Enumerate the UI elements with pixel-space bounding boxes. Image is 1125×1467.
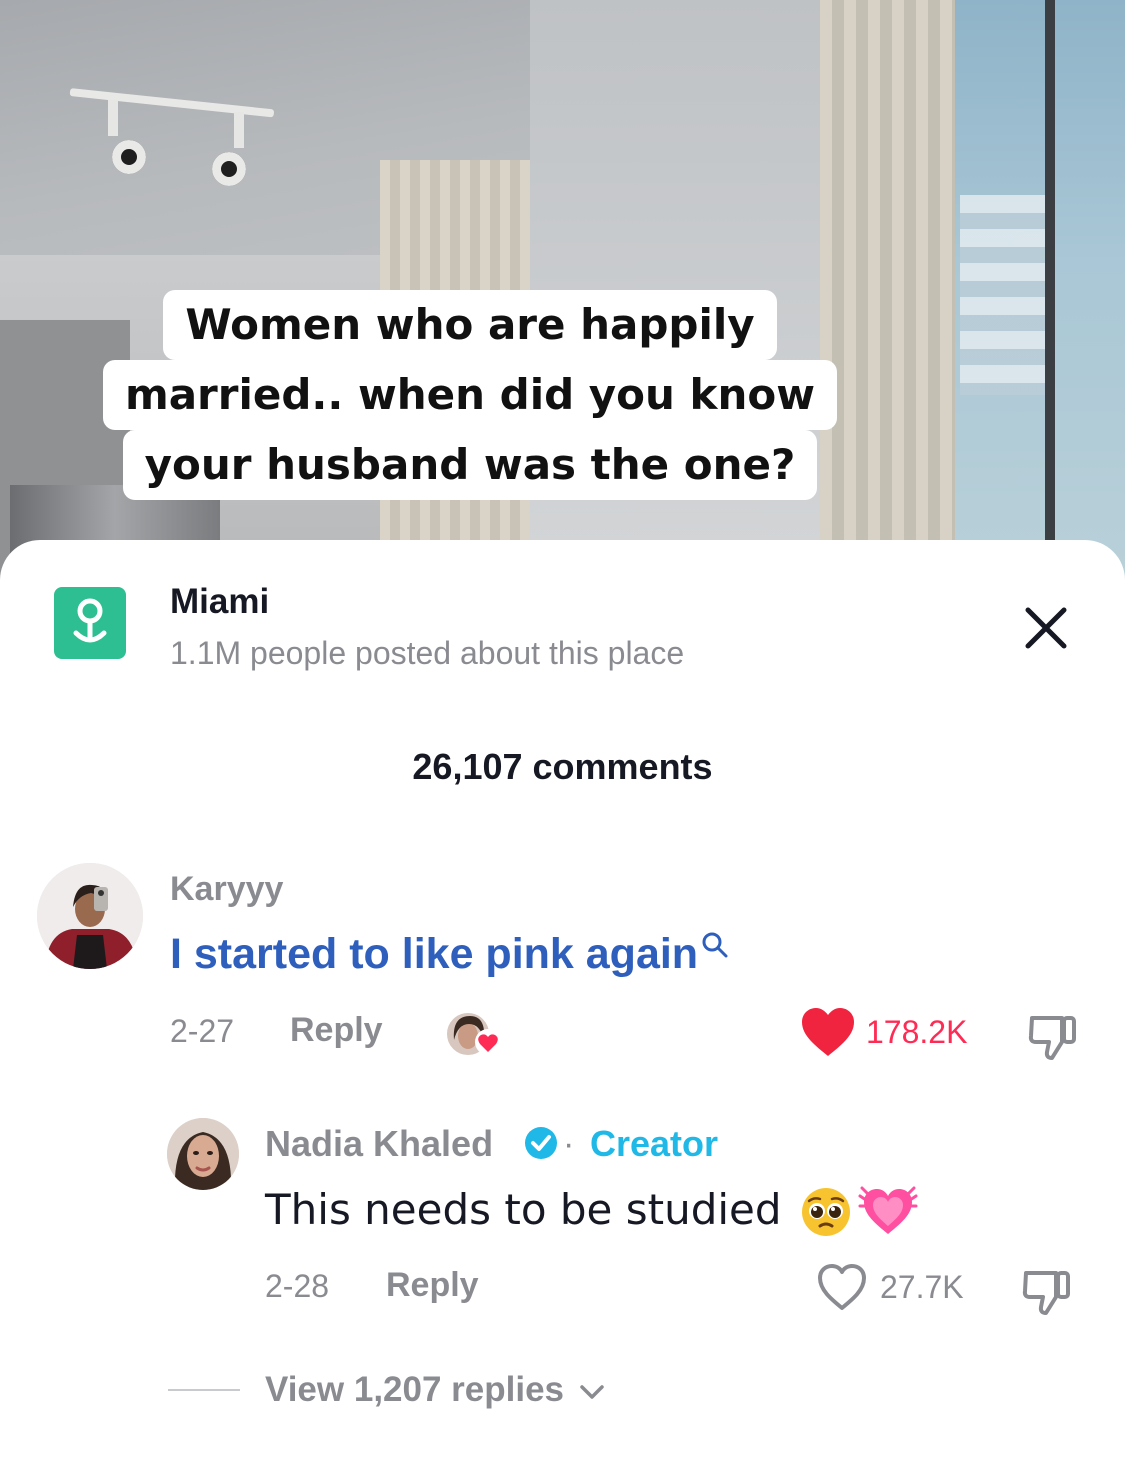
- reply-text[interactable]: This needs to be studied: [265, 1185, 782, 1234]
- spotlight: [212, 152, 246, 186]
- avatar[interactable]: [167, 1118, 239, 1190]
- reply-button[interactable]: Reply: [386, 1266, 479, 1305]
- caption-line: married.. when did you know: [102, 360, 838, 430]
- window-frame: [1045, 0, 1055, 580]
- caption-line: your husband was the one?: [122, 430, 818, 500]
- separator-dot: ·: [563, 1125, 575, 1163]
- verified-badge-icon: [524, 1126, 558, 1160]
- comment-text[interactable]: I started to like pink again: [170, 930, 730, 979]
- reply-button[interactable]: Reply: [290, 1011, 383, 1050]
- caption-line: Women who are happily: [163, 290, 777, 360]
- location-subtitle: 1.1M people posted about this place: [170, 635, 685, 671]
- search-icon[interactable]: [700, 930, 730, 960]
- location-name[interactable]: Miami: [170, 582, 269, 622]
- chevron-down-icon: [580, 1385, 604, 1399]
- comments-count: 26,107 comments: [412, 746, 713, 787]
- replies-divider: [168, 1389, 240, 1391]
- growing-heart-icon: [858, 1182, 918, 1238]
- avatar[interactable]: [37, 863, 143, 969]
- location-pin-icon[interactable]: [54, 587, 126, 659]
- light-stem: [234, 112, 244, 148]
- reply-text-content: This needs to be studied: [265, 1185, 782, 1234]
- comments-sheet: Miami 1.1M people posted about this plac…: [0, 540, 1125, 1467]
- view-replies-label: View 1,207 replies: [265, 1370, 565, 1409]
- like-count: 178.2K: [866, 1014, 968, 1050]
- dislike-icon[interactable]: [1020, 1267, 1074, 1317]
- video-background: Women who are happily married.. when did…: [0, 0, 1125, 580]
- reply-username[interactable]: Nadia Khaled: [265, 1123, 493, 1165]
- heart-filled-icon[interactable]: [800, 1006, 856, 1058]
- outside-building: [960, 195, 1045, 395]
- comment-date: 2-27: [170, 1013, 235, 1049]
- pleading-face-icon: [800, 1186, 852, 1238]
- video-caption: Women who are happily married.. when did…: [0, 290, 940, 500]
- comment-link-text[interactable]: I started to like pink again: [170, 930, 698, 978]
- like-count: 27.7K: [880, 1269, 964, 1305]
- comment-username[interactable]: Karyyy: [170, 870, 283, 909]
- spotlight: [112, 140, 146, 174]
- reply-date: 2-28: [265, 1268, 330, 1304]
- heart-outline-icon[interactable]: [816, 1262, 868, 1312]
- creator-badge: Creator: [590, 1123, 719, 1164]
- view-replies-button[interactable]: View 1,207 replies: [265, 1370, 606, 1410]
- creator-liked-badge: [444, 1010, 504, 1060]
- dislike-icon[interactable]: [1026, 1012, 1080, 1062]
- close-icon[interactable]: [1018, 600, 1074, 656]
- light-stem: [108, 100, 118, 136]
